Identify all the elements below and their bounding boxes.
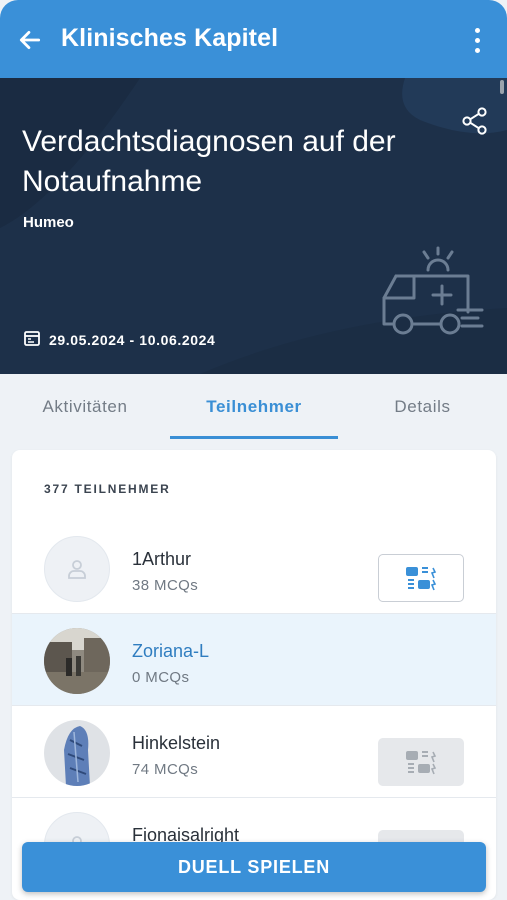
duel-icon xyxy=(406,567,437,591)
more-vertical-icon[interactable] xyxy=(467,24,487,56)
chapter-author: Humeo xyxy=(23,214,74,231)
chapter-title: Verdachtsdiagnosen auf der Notaufnahme xyxy=(22,125,396,198)
date-range-text: 29.05.2024 - 10.06.2024 xyxy=(49,331,216,348)
participant-row-current-user[interactable]: Zoriana-L 0 MCQs xyxy=(12,614,496,706)
participant-row[interactable]: Hinkelstein 74 MCQs xyxy=(12,706,496,798)
participants-card: 377 TEILNEHMER 1Arthur 38 MCQs Zoriana-L… xyxy=(12,450,496,900)
participant-row[interactable]: 1Arthur 38 MCQs xyxy=(12,522,496,614)
participant-mcqs: 38 MCQs xyxy=(132,577,199,594)
user-icon xyxy=(68,560,86,579)
participant-name[interactable]: Zoriana-L xyxy=(132,641,209,662)
chapter-date-range: 29.05.2024 - 10.06.2024 xyxy=(23,329,215,350)
duel-button[interactable] xyxy=(378,554,464,602)
participant-mcqs: 74 MCQs xyxy=(132,761,199,778)
avatar-photo xyxy=(44,628,110,694)
app-bar: Klinisches Kapitel xyxy=(0,0,507,78)
participant-name: 1Arthur xyxy=(132,549,192,569)
participant-mcqs: 0 MCQs xyxy=(132,669,190,686)
tab-teilnehmer[interactable]: Teilnehmer xyxy=(170,374,338,439)
avatar-placeholder xyxy=(44,536,110,602)
avatar-photo xyxy=(44,720,110,786)
ambulance-icon xyxy=(378,246,488,351)
participants-count: 377 TEILNEHMER xyxy=(44,482,171,496)
participant-name: Hinkelstein xyxy=(132,733,221,753)
duel-button[interactable] xyxy=(378,738,464,786)
duel-icon xyxy=(406,751,437,775)
share-icon[interactable] xyxy=(460,106,490,136)
app-screen: Klinisches Kapitel Verdachtsdiagnosen au… xyxy=(0,0,507,900)
scrollbar-thumb[interactable] xyxy=(500,80,504,94)
chapter-tabs: Aktivitäten Teilnehmer Details xyxy=(0,374,507,439)
tab-aktivitaeten[interactable]: Aktivitäten xyxy=(0,374,170,439)
chapter-hero: Verdachtsdiagnosen auf der Notaufnahme H… xyxy=(0,78,507,374)
active-tab-indicator xyxy=(170,436,338,439)
arrow-left-icon[interactable] xyxy=(14,24,46,56)
play-duel-button[interactable]: DUELL SPIELEN xyxy=(22,842,486,892)
app-bar-title: Klinisches Kapitel xyxy=(61,24,279,52)
tab-details[interactable]: Details xyxy=(338,374,507,439)
calendar-icon xyxy=(23,329,41,350)
